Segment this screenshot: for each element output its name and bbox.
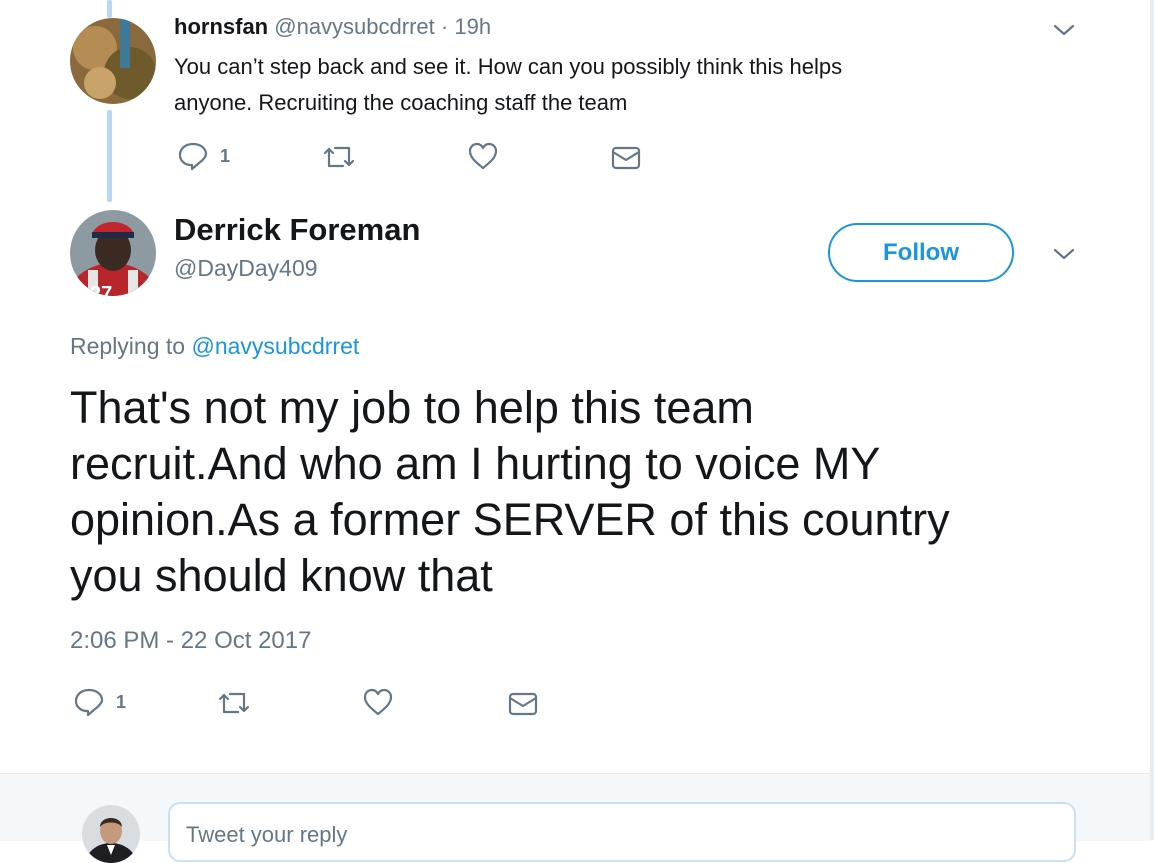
- tweet-text: That's not my job to help this team recr…: [70, 380, 950, 604]
- handle[interactable]: @DayDay409: [174, 255, 318, 282]
- reply-button[interactable]: 1: [178, 142, 230, 170]
- retweet-button[interactable]: [322, 144, 356, 170]
- tweet-text-line: anyone. Recruiting the coaching staff th…: [174, 90, 628, 115]
- reply-input[interactable]: Tweet your reply: [168, 802, 1076, 862]
- avatar[interactable]: 27: [70, 210, 156, 296]
- replying-to: Replying to @navysubcdrret: [70, 333, 359, 360]
- dm-icon: [508, 692, 538, 716]
- chevron-down-icon[interactable]: [1052, 20, 1076, 45]
- follow-button[interactable]: Follow: [828, 223, 1014, 282]
- svg-text:27: 27: [90, 283, 112, 296]
- avatar[interactable]: [70, 18, 156, 104]
- tweet-time[interactable]: 19h: [454, 14, 491, 39]
- retweet-icon: [323, 146, 355, 168]
- timestamp[interactable]: 2:06 PM - 22 Oct 2017: [70, 627, 311, 655]
- tweet-text: You can’t step back and see it. How can …: [174, 49, 842, 121]
- tweet-text-line: That's not my job to help this team: [70, 382, 754, 433]
- display-name[interactable]: Derrick Foreman: [174, 212, 420, 248]
- handle[interactable]: @navysubcdrret: [274, 14, 435, 39]
- dm-button[interactable]: [611, 145, 641, 171]
- reply-icon: [178, 142, 208, 170]
- tweet-text-line: recruit.And who am I hurting to voice MY: [70, 438, 881, 489]
- separator: ·: [440, 14, 449, 39]
- reply-button[interactable]: 1: [74, 688, 126, 716]
- dm-icon: [611, 146, 641, 170]
- tweet-header: hornsfan @navysubcdrret · 19h: [174, 14, 491, 40]
- window-edge: [1150, 0, 1154, 840]
- tweet-text-line: opinion.As a former SERVER of this count…: [70, 494, 950, 545]
- replying-prefix: Replying to: [70, 333, 186, 359]
- thread-line: [107, 110, 112, 202]
- chevron-down-icon[interactable]: [1052, 244, 1076, 269]
- thread-line-top: [107, 0, 112, 18]
- reply-count: 1: [220, 145, 231, 166]
- replying-handle-link[interactable]: @navysubcdrret: [191, 333, 359, 359]
- reply-icon: [74, 688, 104, 716]
- retweet-button[interactable]: [217, 690, 251, 716]
- retweet-icon: [218, 692, 250, 714]
- like-icon: [468, 142, 498, 170]
- like-icon: [363, 688, 393, 716]
- display-name[interactable]: hornsfan: [174, 14, 268, 39]
- like-button[interactable]: [363, 688, 393, 716]
- dm-button[interactable]: [508, 691, 538, 717]
- user-avatar[interactable]: [82, 805, 140, 863]
- tweet-text-line: you should know that: [70, 550, 493, 601]
- reply-count: 1: [116, 691, 127, 712]
- like-button[interactable]: [468, 142, 498, 170]
- tweet-text-line: You can’t step back and see it. How can …: [174, 54, 843, 79]
